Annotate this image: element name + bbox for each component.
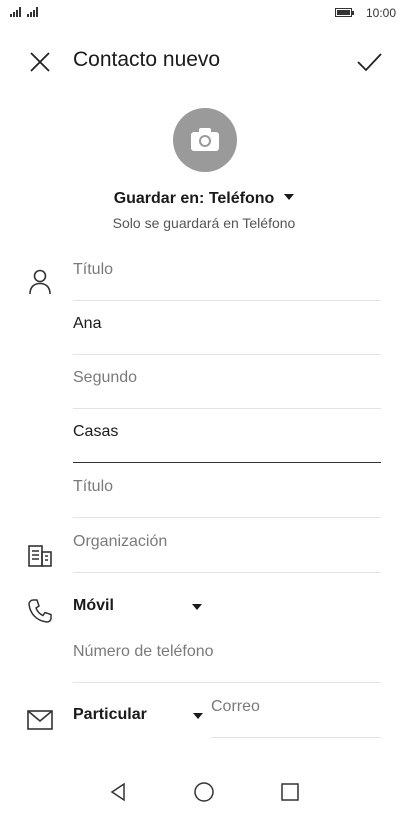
signal-icon: [10, 7, 21, 17]
chevron-down-icon: [193, 713, 203, 719]
building-icon: [26, 542, 54, 570]
mail-icon: [26, 706, 54, 734]
organization-field[interactable]: Organización: [73, 519, 381, 573]
phone-icon: [26, 597, 54, 625]
email-type-label: Particular: [73, 706, 147, 723]
first-name-field[interactable]: Ana: [73, 301, 381, 355]
name-suffix-field[interactable]: Título: [73, 464, 381, 518]
chevron-down-icon: [192, 604, 202, 610]
back-triangle-icon: [110, 782, 125, 802]
back-button[interactable]: [106, 780, 130, 804]
email-placeholder: Correo: [211, 698, 260, 715]
battery-icon: [335, 8, 354, 17]
first-name-value: Ana: [73, 315, 102, 332]
close-button[interactable]: [26, 48, 54, 76]
name-suffix-placeholder: Título: [73, 478, 114, 495]
phone-type-label: Móvil: [73, 597, 114, 614]
recents-square-icon: [281, 783, 299, 801]
recents-button[interactable]: [278, 780, 302, 804]
email-type-selector[interactable]: Particular: [73, 692, 209, 746]
phone-number-placeholder: Número de teléfono: [73, 643, 214, 660]
close-icon: [30, 52, 50, 72]
add-photo-button[interactable]: [173, 108, 237, 172]
account-label: Guardar en: Teléfono: [113, 190, 275, 207]
status-time: 10:00: [365, 6, 396, 20]
chevron-down-icon: [284, 193, 295, 200]
check-icon: [357, 53, 382, 72]
name-prefix-field[interactable]: Título: [73, 247, 381, 301]
app-bar: Contacto nuevo: [0, 36, 408, 86]
account-selector[interactable]: Guardar en: Teléfono: [0, 190, 408, 208]
middle-name-placeholder: Segundo: [73, 369, 138, 386]
email-field[interactable]: Correo: [211, 684, 381, 738]
middle-name-field[interactable]: Segundo: [73, 355, 381, 409]
organization-placeholder: Organización: [73, 533, 168, 550]
home-button[interactable]: [192, 780, 216, 804]
page-title: Contacto nuevo: [73, 48, 221, 71]
signal-icon: [27, 7, 38, 17]
save-button[interactable]: [354, 48, 384, 76]
signal-icons: [10, 7, 38, 17]
name-prefix-placeholder: Título: [73, 261, 114, 278]
camera-icon: [191, 128, 219, 151]
navigation-bar: [0, 760, 408, 816]
last-name-value: Casas: [73, 423, 119, 440]
account-note: Solo se guardará en Teléfono: [112, 215, 296, 231]
status-bar: 10:00: [0, 0, 408, 28]
last-name-field[interactable]: Casas: [73, 409, 381, 463]
phone-number-field[interactable]: Número de teléfono: [73, 629, 381, 683]
home-circle-icon: [194, 782, 214, 802]
person-icon: [26, 268, 54, 296]
